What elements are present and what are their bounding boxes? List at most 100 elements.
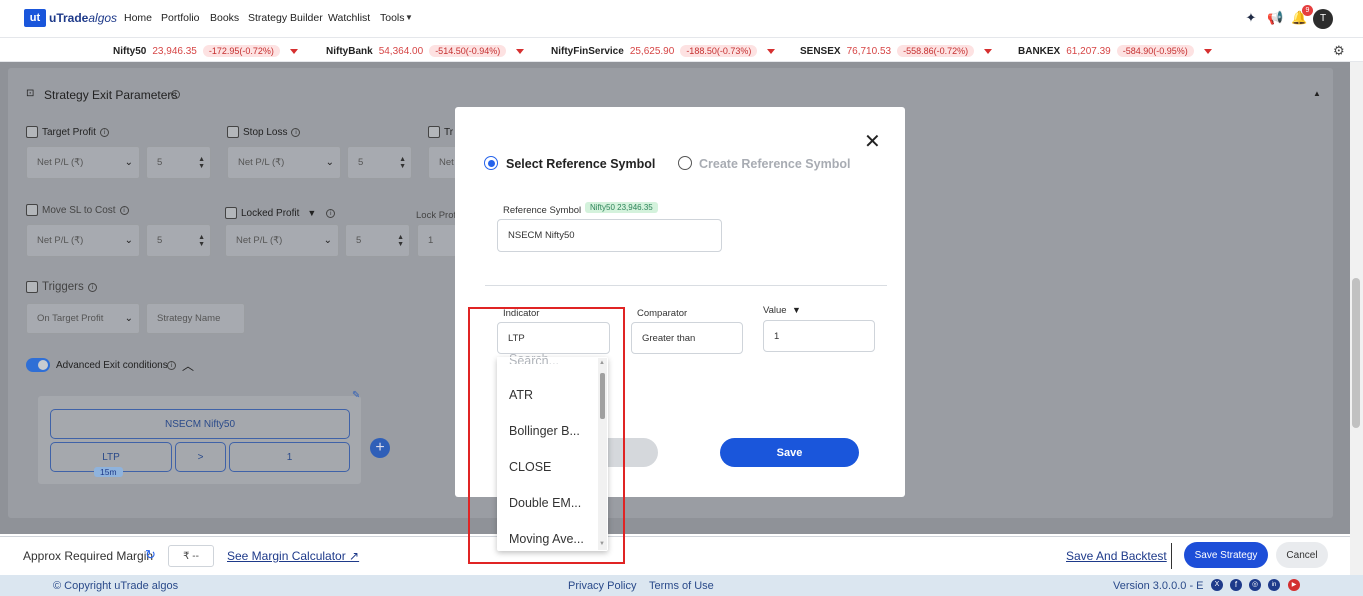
move-sl-checkbox[interactable]: Move SL to Cost i: [26, 204, 129, 216]
ticker-niftybank[interactable]: NiftyBank 54,364.00 -514.50(-0.94%): [326, 45, 525, 57]
select-reference-label[interactable]: Select Reference Symbol: [506, 157, 655, 171]
linkedin-icon[interactable]: in: [1268, 579, 1280, 591]
value-label: Value: [763, 305, 787, 316]
edit-pencil-icon[interactable]: ✎: [352, 390, 360, 401]
trail-checkbox[interactable]: Tr: [428, 126, 453, 138]
move-sl-qty-stepper[interactable]: 5 ▲ ▼: [146, 224, 211, 257]
stepper-arrows-icon[interactable]: ▲ ▼: [198, 156, 205, 170]
ticker-bankex[interactable]: BANKEX 61,207.39 -584.90(-0.95%): [1018, 45, 1212, 57]
trigger-type-select[interactable]: On Target Profit ⌄: [26, 303, 140, 334]
logo-mark: ut: [24, 9, 46, 27]
brand-logo[interactable]: ut uTradealgos: [24, 9, 117, 27]
youtube-icon[interactable]: ▶: [1288, 579, 1300, 591]
select-value: Net P/L (₹): [37, 157, 84, 168]
cancel-button[interactable]: Cancel: [1276, 542, 1328, 568]
stop-loss-qty-stepper[interactable]: 5 ▲ ▼: [347, 146, 412, 179]
value-caret-down-icon[interactable]: ▼: [792, 305, 801, 315]
ticker-value: 23,946.35: [152, 45, 197, 57]
magic-wand-icon[interactable]: ✦: [1243, 10, 1259, 26]
comparator-select[interactable]: Greater than: [631, 322, 743, 354]
facebook-icon[interactable]: f: [1230, 579, 1242, 591]
ticker-sensex[interactable]: SENSEX 76,710.53 -558.86(-0.72%): [800, 45, 993, 57]
caret-down-icon[interactable]: ▼: [307, 208, 316, 218]
select-value: Net P/L (₹): [37, 235, 84, 246]
section-title: Strategy Exit Parameters: [44, 88, 178, 102]
nav-home[interactable]: Home: [124, 12, 152, 24]
chevron-up-icon[interactable]: ︿: [182, 357, 194, 374]
close-icon[interactable]: ✕: [864, 129, 881, 154]
divider: [1171, 543, 1172, 569]
stop-loss-type-select[interactable]: Net P/L (₹) ⌄: [227, 146, 341, 179]
comparator-label: Comparator: [637, 308, 688, 319]
ticker-nifty50[interactable]: Nifty50 23,946.35 -172.95(-0.72%): [113, 45, 298, 57]
refresh-icon[interactable]: ↻: [145, 547, 156, 563]
ticker-change-badge: -172.95(-0.72%): [202, 45, 280, 57]
target-profit-qty-stepper[interactable]: 5 ▲ ▼: [146, 146, 211, 179]
save-and-backtest-link[interactable]: Save And Backtest: [1066, 549, 1167, 563]
checkbox[interactable]: [428, 126, 440, 138]
radio-create-reference[interactable]: [678, 156, 692, 170]
add-condition-button[interactable]: +: [370, 438, 390, 458]
triggers-checkbox[interactable]: Triggers i: [26, 281, 97, 293]
checkbox[interactable]: [225, 207, 237, 219]
page-scrollbar-thumb[interactable]: [1352, 278, 1360, 428]
toggle-knob: [38, 360, 48, 370]
ticker-value: 76,710.53: [846, 45, 892, 57]
nav-books[interactable]: Books: [210, 12, 239, 24]
ticker-niftyfinservice[interactable]: NiftyFinService 25,625.90 -188.50(-0.73%…: [551, 45, 776, 57]
save-strategy-button[interactable]: Save Strategy: [1184, 542, 1268, 568]
checkbox[interactable]: [26, 281, 38, 293]
nav-portfolio[interactable]: Portfolio: [161, 12, 200, 24]
ticker-name: SENSEX: [800, 45, 841, 57]
target-profit-type-select[interactable]: Net P/L (₹) ⌄: [26, 146, 140, 179]
move-sl-type-select[interactable]: Net P/L (₹) ⌄: [26, 224, 140, 257]
margin-calculator-link[interactable]: See Margin Calculator ↗: [227, 549, 359, 563]
nav-strategy-builder[interactable]: Strategy Builder: [248, 12, 323, 24]
stepper-arrows-icon[interactable]: ▲ ▼: [399, 156, 406, 170]
trail-type-select[interactable]: Net: [428, 146, 458, 179]
stepper-arrows-icon[interactable]: ▲ ▼: [198, 234, 205, 248]
value-input[interactable]: 1: [763, 320, 875, 352]
target-profit-checkbox[interactable]: Target Profit i: [26, 126, 109, 138]
locked-profit-qty-stepper[interactable]: 5 ▲ ▼: [345, 224, 410, 257]
checkbox[interactable]: [26, 204, 38, 216]
gear-icon[interactable]: ⚙: [1333, 43, 1345, 59]
input-value: 1: [428, 235, 434, 246]
stepper-arrows-icon[interactable]: ▲ ▼: [397, 234, 404, 248]
nav-tools[interactable]: Tools: [380, 12, 405, 24]
avatar[interactable]: T: [1313, 9, 1333, 29]
radio-select-reference[interactable]: [484, 156, 498, 170]
instagram-icon[interactable]: ◎: [1249, 579, 1261, 591]
strategy-name-input[interactable]: Strategy Name: [146, 303, 245, 334]
nav-watchlist[interactable]: Watchlist: [328, 12, 370, 24]
megaphone-icon[interactable]: 📢: [1267, 10, 1283, 26]
stop-loss-checkbox[interactable]: Stop Loss i: [227, 126, 301, 138]
x-social-icon[interactable]: X: [1211, 579, 1223, 591]
notification-badge: 9: [1302, 5, 1313, 16]
ticker-change-badge: -188.50(-0.73%): [680, 45, 758, 57]
trail-label: Tr: [444, 126, 454, 138]
privacy-policy-link[interactable]: Privacy Policy: [568, 580, 636, 592]
create-reference-label[interactable]: Create Reference Symbol: [699, 157, 850, 171]
logo-brand: uTrade: [49, 11, 89, 25]
interval-badge: 15m: [94, 467, 123, 477]
reference-symbol-input[interactable]: NSECM Nifty50: [497, 219, 722, 252]
checkbox[interactable]: [26, 126, 38, 138]
advanced-exit-toggle[interactable]: [26, 358, 50, 372]
tools-chevron-down-icon: ▼: [405, 13, 413, 22]
lock-profit-input[interactable]: 1: [417, 224, 457, 257]
ticker-change-badge: -558.86(-0.72%): [897, 45, 975, 57]
terms-of-use-link[interactable]: Terms of Use: [649, 580, 714, 592]
condition-symbol: NSECM Nifty50: [50, 409, 350, 439]
collapse-up-icon[interactable]: ▲: [1313, 89, 1321, 98]
margin-value: ₹ --: [168, 545, 214, 567]
ticker-value: 54,364.00: [378, 45, 424, 57]
locked-profit-type-select[interactable]: Net P/L (₹) ⌄: [225, 224, 339, 257]
margin-label: Approx Required Margin: [23, 549, 154, 563]
collapse-square-icon[interactable]: ⊡: [26, 88, 34, 99]
save-button[interactable]: Save: [720, 438, 859, 467]
version-text: Version 3.0.0.0 - E: [1113, 580, 1204, 592]
checkbox[interactable]: [227, 126, 239, 138]
locked-profit-checkbox[interactable]: Locked Profit ▼ i: [225, 207, 336, 219]
caret-down-icon: [516, 48, 525, 54]
